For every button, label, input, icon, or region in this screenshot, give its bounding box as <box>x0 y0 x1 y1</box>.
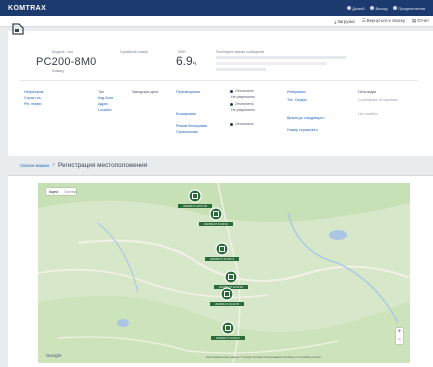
model-label: Модель / тип <box>52 50 73 54</box>
detail-type: Тип <box>98 90 104 94</box>
marker-label: 2023/01/17 23:20:47 <box>216 336 240 340</box>
home-icon <box>347 6 352 11</box>
excavator-icon <box>12 23 24 35</box>
model-name: PC200-8M0 <box>36 56 97 68</box>
download-button[interactable]: ⤓ Загрузка <box>334 19 354 24</box>
last-report-value-2 <box>216 62 326 65</box>
detail-faults: Неполадки <box>358 90 377 94</box>
map-attribution: Картографические данные © Google Условия… <box>206 356 322 359</box>
type-line: Комацу <box>52 69 65 73</box>
detail-reg-number[interactable]: Рег. номер <box>24 102 42 106</box>
back-to-list-label: Вернуться к списку <box>366 18 405 23</box>
radio-on-icon[interactable] <box>230 103 233 106</box>
map-tab-satellite[interactable]: Спутник <box>61 190 80 194</box>
hours-value: 6.9ч <box>176 54 196 68</box>
nav-home[interactable]: Домой <box>347 6 364 11</box>
report-button[interactable]: ▤ Отчет <box>412 18 429 24</box>
detail-owner[interactable]: Нефтьпром <box>24 90 43 94</box>
detail-intervals[interactable]: Интервалы <box>287 90 306 94</box>
detail-movement[interactable]: Перемещения <box>176 90 200 94</box>
action-bar: ⤓ Загрузка ☰ Вернуться к списку ▤ Отчет <box>0 16 433 27</box>
marker-label: 2023/01/17 22:41:05 <box>215 302 239 306</box>
breadcrumb-separator: > <box>52 162 55 168</box>
marker-label: 2023/01/17 21:03:10 <box>204 222 228 226</box>
serial-label: Серийный номер <box>120 50 148 54</box>
nav-home-label: Домой <box>352 5 365 11</box>
page-title: Регистрация местоположения <box>57 161 148 169</box>
report-label: Отчет <box>417 18 429 23</box>
marker-label: 2023/01/17 20:57:26 <box>183 204 207 208</box>
location-map[interactable]: 2023/01/17 20:57:26 2023/01/17 21:03:10 20… <box>38 183 410 363</box>
detail-lock-mode[interactable]: Режим блокировки <box>176 124 207 128</box>
radio-option-1: Отключено <box>235 89 254 93</box>
detail-factory-date: Заводская дата <box>132 90 159 94</box>
detail-error-messages: Сообщения об ошибках <box>358 98 398 102</box>
settings-icon <box>393 6 398 11</box>
zoom-control: + − <box>396 328 403 344</box>
breadcrumb: Список машин > Регистрация местоположени… <box>8 156 433 174</box>
zoom-in-button[interactable]: + <box>396 328 403 336</box>
nav-logout[interactable]: Выход <box>370 6 387 11</box>
download-label: Загрузка <box>337 18 355 24</box>
komtrax-logo: KOMTRAX <box>8 4 47 12</box>
detail-time-to-next[interactable]: Время до следующего <box>287 116 324 120</box>
detail-builder[interactable]: Строит-ль <box>24 96 41 100</box>
detail-service[interactable]: Тех. Сервис <box>287 98 307 102</box>
detail-limit[interactable]: Ограничение <box>176 130 198 134</box>
last-report-date <box>216 68 266 71</box>
detail-location[interactable]: Location <box>98 108 112 112</box>
nav-preferences-label: Предпочтения <box>398 5 425 11</box>
detail-service-number[interactable]: Номер сервисного <box>287 128 318 132</box>
last-report-value <box>216 56 346 59</box>
map-type-toggle: Карта Спутник <box>46 188 77 195</box>
radio-on-icon[interactable] <box>230 90 233 93</box>
google-logo: Google <box>46 353 62 358</box>
map-tab-map[interactable]: Карта <box>46 190 61 194</box>
radio-option-4: Не разрешено <box>231 108 256 112</box>
detail-lock[interactable]: Блокировка <box>176 112 196 116</box>
top-nav: Домой Выход Предпочтения <box>347 6 425 11</box>
breadcrumb-parent[interactable]: Список машин <box>20 163 49 168</box>
zoom-out-button[interactable]: − <box>396 336 403 344</box>
radio-option-2: Не разрешено <box>231 95 256 99</box>
marker-label: 2023/01/17 21:35:41 <box>210 257 234 261</box>
radio-option-3: Отключено <box>235 102 254 106</box>
logout-icon <box>370 6 375 11</box>
last-report-label: Последнее время сообщения <box>216 50 265 54</box>
detail-address[interactable]: Адрес <box>98 102 108 106</box>
radio-on-icon[interactable] <box>230 123 233 126</box>
card-divider <box>20 80 418 81</box>
nav-logout-label: Выход <box>375 5 388 11</box>
hours-unit: ч <box>192 61 196 67</box>
back-to-list-button[interactable]: ☰ Вернуться к списку <box>362 18 405 24</box>
top-bar: KOMTRAX Домой Выход Предпочтения <box>0 0 433 16</box>
detail-no-errors: Нет ошибок <box>358 112 378 116</box>
nav-preferences[interactable]: Предпочтения <box>393 6 425 11</box>
hours-number: 6.9 <box>176 54 193 68</box>
marker-label: 2023/01/17 22:02:18 <box>219 285 243 289</box>
radio-option-5: Отключено <box>235 122 254 126</box>
detail-zone[interactable]: Код Zone <box>98 96 113 100</box>
